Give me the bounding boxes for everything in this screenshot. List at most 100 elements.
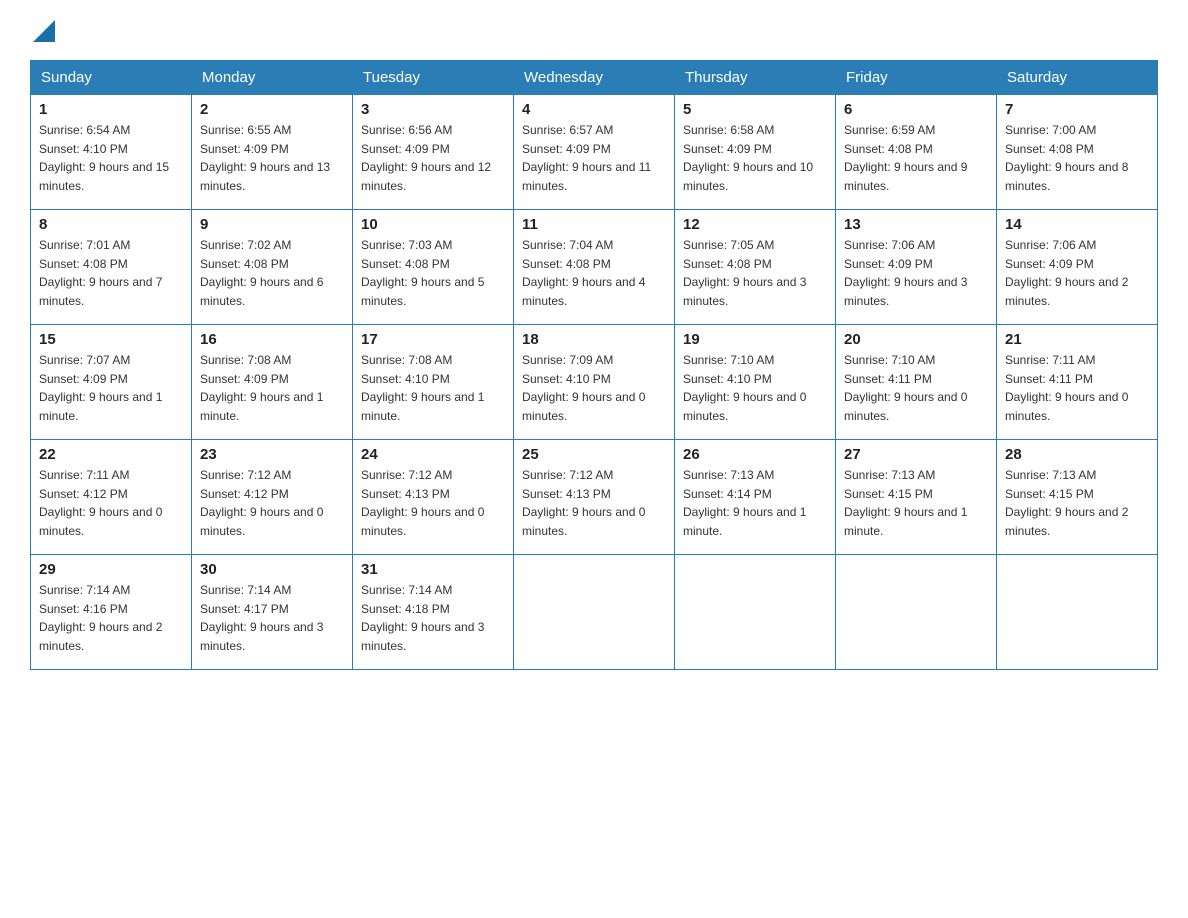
day-info: Sunrise: 7:10 AMSunset: 4:10 PMDaylight:… (683, 353, 806, 423)
day-info: Sunrise: 7:00 AMSunset: 4:08 PMDaylight:… (1005, 123, 1128, 193)
calendar-cell: 28 Sunrise: 7:13 AMSunset: 4:15 PMDaylig… (997, 440, 1158, 555)
day-info: Sunrise: 7:06 AMSunset: 4:09 PMDaylight:… (844, 238, 967, 308)
day-info: Sunrise: 7:14 AMSunset: 4:18 PMDaylight:… (361, 583, 484, 653)
day-info: Sunrise: 7:08 AMSunset: 4:09 PMDaylight:… (200, 353, 323, 423)
day-number: 30 (200, 561, 344, 578)
day-number: 6 (844, 101, 988, 118)
day-info: Sunrise: 7:12 AMSunset: 4:13 PMDaylight:… (361, 468, 484, 538)
day-info: Sunrise: 7:01 AMSunset: 4:08 PMDaylight:… (39, 238, 162, 308)
calendar-cell (836, 555, 997, 670)
calendar-cell: 2 Sunrise: 6:55 AMSunset: 4:09 PMDayligh… (192, 95, 353, 210)
day-number: 11 (522, 216, 666, 233)
calendar-week-row: 15 Sunrise: 7:07 AMSunset: 4:09 PMDaylig… (31, 325, 1158, 440)
day-info: Sunrise: 7:02 AMSunset: 4:08 PMDaylight:… (200, 238, 323, 308)
calendar-cell: 27 Sunrise: 7:13 AMSunset: 4:15 PMDaylig… (836, 440, 997, 555)
day-number: 9 (200, 216, 344, 233)
calendar-cell: 30 Sunrise: 7:14 AMSunset: 4:17 PMDaylig… (192, 555, 353, 670)
calendar-cell: 17 Sunrise: 7:08 AMSunset: 4:10 PMDaylig… (353, 325, 514, 440)
day-info: Sunrise: 6:56 AMSunset: 4:09 PMDaylight:… (361, 123, 491, 193)
day-info: Sunrise: 7:04 AMSunset: 4:08 PMDaylight:… (522, 238, 645, 308)
calendar-week-row: 29 Sunrise: 7:14 AMSunset: 4:16 PMDaylig… (31, 555, 1158, 670)
day-number: 1 (39, 101, 183, 118)
calendar-cell: 13 Sunrise: 7:06 AMSunset: 4:09 PMDaylig… (836, 210, 997, 325)
calendar-table: SundayMondayTuesdayWednesdayThursdayFrid… (30, 60, 1158, 670)
calendar-week-row: 8 Sunrise: 7:01 AMSunset: 4:08 PMDayligh… (31, 210, 1158, 325)
calendar-cell: 24 Sunrise: 7:12 AMSunset: 4:13 PMDaylig… (353, 440, 514, 555)
calendar-cell: 16 Sunrise: 7:08 AMSunset: 4:09 PMDaylig… (192, 325, 353, 440)
day-number: 10 (361, 216, 505, 233)
logo-triangle-icon (33, 20, 55, 42)
day-number: 7 (1005, 101, 1149, 118)
day-info: Sunrise: 6:58 AMSunset: 4:09 PMDaylight:… (683, 123, 813, 193)
day-number: 8 (39, 216, 183, 233)
calendar-cell: 19 Sunrise: 7:10 AMSunset: 4:10 PMDaylig… (675, 325, 836, 440)
calendar-cell: 4 Sunrise: 6:57 AMSunset: 4:09 PMDayligh… (514, 95, 675, 210)
logo (30, 20, 55, 42)
calendar-cell: 25 Sunrise: 7:12 AMSunset: 4:13 PMDaylig… (514, 440, 675, 555)
weekday-header-thursday: Thursday (675, 61, 836, 95)
day-number: 14 (1005, 216, 1149, 233)
calendar-cell: 1 Sunrise: 6:54 AMSunset: 4:10 PMDayligh… (31, 95, 192, 210)
weekday-header-wednesday: Wednesday (514, 61, 675, 95)
day-info: Sunrise: 7:13 AMSunset: 4:15 PMDaylight:… (844, 468, 967, 538)
day-number: 27 (844, 446, 988, 463)
day-info: Sunrise: 7:14 AMSunset: 4:16 PMDaylight:… (39, 583, 162, 653)
day-number: 20 (844, 331, 988, 348)
calendar-cell: 15 Sunrise: 7:07 AMSunset: 4:09 PMDaylig… (31, 325, 192, 440)
day-number: 18 (522, 331, 666, 348)
day-info: Sunrise: 7:08 AMSunset: 4:10 PMDaylight:… (361, 353, 484, 423)
weekday-header-monday: Monday (192, 61, 353, 95)
day-number: 24 (361, 446, 505, 463)
day-number: 31 (361, 561, 505, 578)
day-number: 2 (200, 101, 344, 118)
weekday-header-sunday: Sunday (31, 61, 192, 95)
day-info: Sunrise: 7:12 AMSunset: 4:13 PMDaylight:… (522, 468, 645, 538)
weekday-header-tuesday: Tuesday (353, 61, 514, 95)
day-number: 25 (522, 446, 666, 463)
calendar-cell: 26 Sunrise: 7:13 AMSunset: 4:14 PMDaylig… (675, 440, 836, 555)
day-info: Sunrise: 7:07 AMSunset: 4:09 PMDaylight:… (39, 353, 162, 423)
day-info: Sunrise: 7:10 AMSunset: 4:11 PMDaylight:… (844, 353, 967, 423)
day-info: Sunrise: 7:12 AMSunset: 4:12 PMDaylight:… (200, 468, 323, 538)
day-info: Sunrise: 6:57 AMSunset: 4:09 PMDaylight:… (522, 123, 651, 193)
day-number: 23 (200, 446, 344, 463)
calendar-week-row: 22 Sunrise: 7:11 AMSunset: 4:12 PMDaylig… (31, 440, 1158, 555)
weekday-header-saturday: Saturday (997, 61, 1158, 95)
calendar-cell: 22 Sunrise: 7:11 AMSunset: 4:12 PMDaylig… (31, 440, 192, 555)
day-info: Sunrise: 6:54 AMSunset: 4:10 PMDaylight:… (39, 123, 169, 193)
day-info: Sunrise: 6:59 AMSunset: 4:08 PMDaylight:… (844, 123, 967, 193)
day-number: 22 (39, 446, 183, 463)
day-info: Sunrise: 7:13 AMSunset: 4:15 PMDaylight:… (1005, 468, 1128, 538)
weekday-header-friday: Friday (836, 61, 997, 95)
weekday-header-row: SundayMondayTuesdayWednesdayThursdayFrid… (31, 61, 1158, 95)
day-number: 5 (683, 101, 827, 118)
calendar-cell: 8 Sunrise: 7:01 AMSunset: 4:08 PMDayligh… (31, 210, 192, 325)
day-info: Sunrise: 7:05 AMSunset: 4:08 PMDaylight:… (683, 238, 806, 308)
calendar-cell (514, 555, 675, 670)
calendar-cell: 11 Sunrise: 7:04 AMSunset: 4:08 PMDaylig… (514, 210, 675, 325)
calendar-cell: 5 Sunrise: 6:58 AMSunset: 4:09 PMDayligh… (675, 95, 836, 210)
day-number: 12 (683, 216, 827, 233)
calendar-week-row: 1 Sunrise: 6:54 AMSunset: 4:10 PMDayligh… (31, 95, 1158, 210)
calendar-cell: 7 Sunrise: 7:00 AMSunset: 4:08 PMDayligh… (997, 95, 1158, 210)
day-number: 16 (200, 331, 344, 348)
calendar-cell: 12 Sunrise: 7:05 AMSunset: 4:08 PMDaylig… (675, 210, 836, 325)
calendar-cell (675, 555, 836, 670)
calendar-cell: 20 Sunrise: 7:10 AMSunset: 4:11 PMDaylig… (836, 325, 997, 440)
page-header (30, 20, 1158, 42)
day-info: Sunrise: 7:14 AMSunset: 4:17 PMDaylight:… (200, 583, 323, 653)
day-number: 19 (683, 331, 827, 348)
day-info: Sunrise: 7:09 AMSunset: 4:10 PMDaylight:… (522, 353, 645, 423)
calendar-cell: 14 Sunrise: 7:06 AMSunset: 4:09 PMDaylig… (997, 210, 1158, 325)
calendar-cell: 6 Sunrise: 6:59 AMSunset: 4:08 PMDayligh… (836, 95, 997, 210)
day-number: 26 (683, 446, 827, 463)
calendar-cell: 18 Sunrise: 7:09 AMSunset: 4:10 PMDaylig… (514, 325, 675, 440)
day-number: 4 (522, 101, 666, 118)
day-info: Sunrise: 7:03 AMSunset: 4:08 PMDaylight:… (361, 238, 484, 308)
day-number: 28 (1005, 446, 1149, 463)
day-info: Sunrise: 7:06 AMSunset: 4:09 PMDaylight:… (1005, 238, 1128, 308)
calendar-cell: 23 Sunrise: 7:12 AMSunset: 4:12 PMDaylig… (192, 440, 353, 555)
day-info: Sunrise: 6:55 AMSunset: 4:09 PMDaylight:… (200, 123, 330, 193)
calendar-cell: 3 Sunrise: 6:56 AMSunset: 4:09 PMDayligh… (353, 95, 514, 210)
day-number: 15 (39, 331, 183, 348)
